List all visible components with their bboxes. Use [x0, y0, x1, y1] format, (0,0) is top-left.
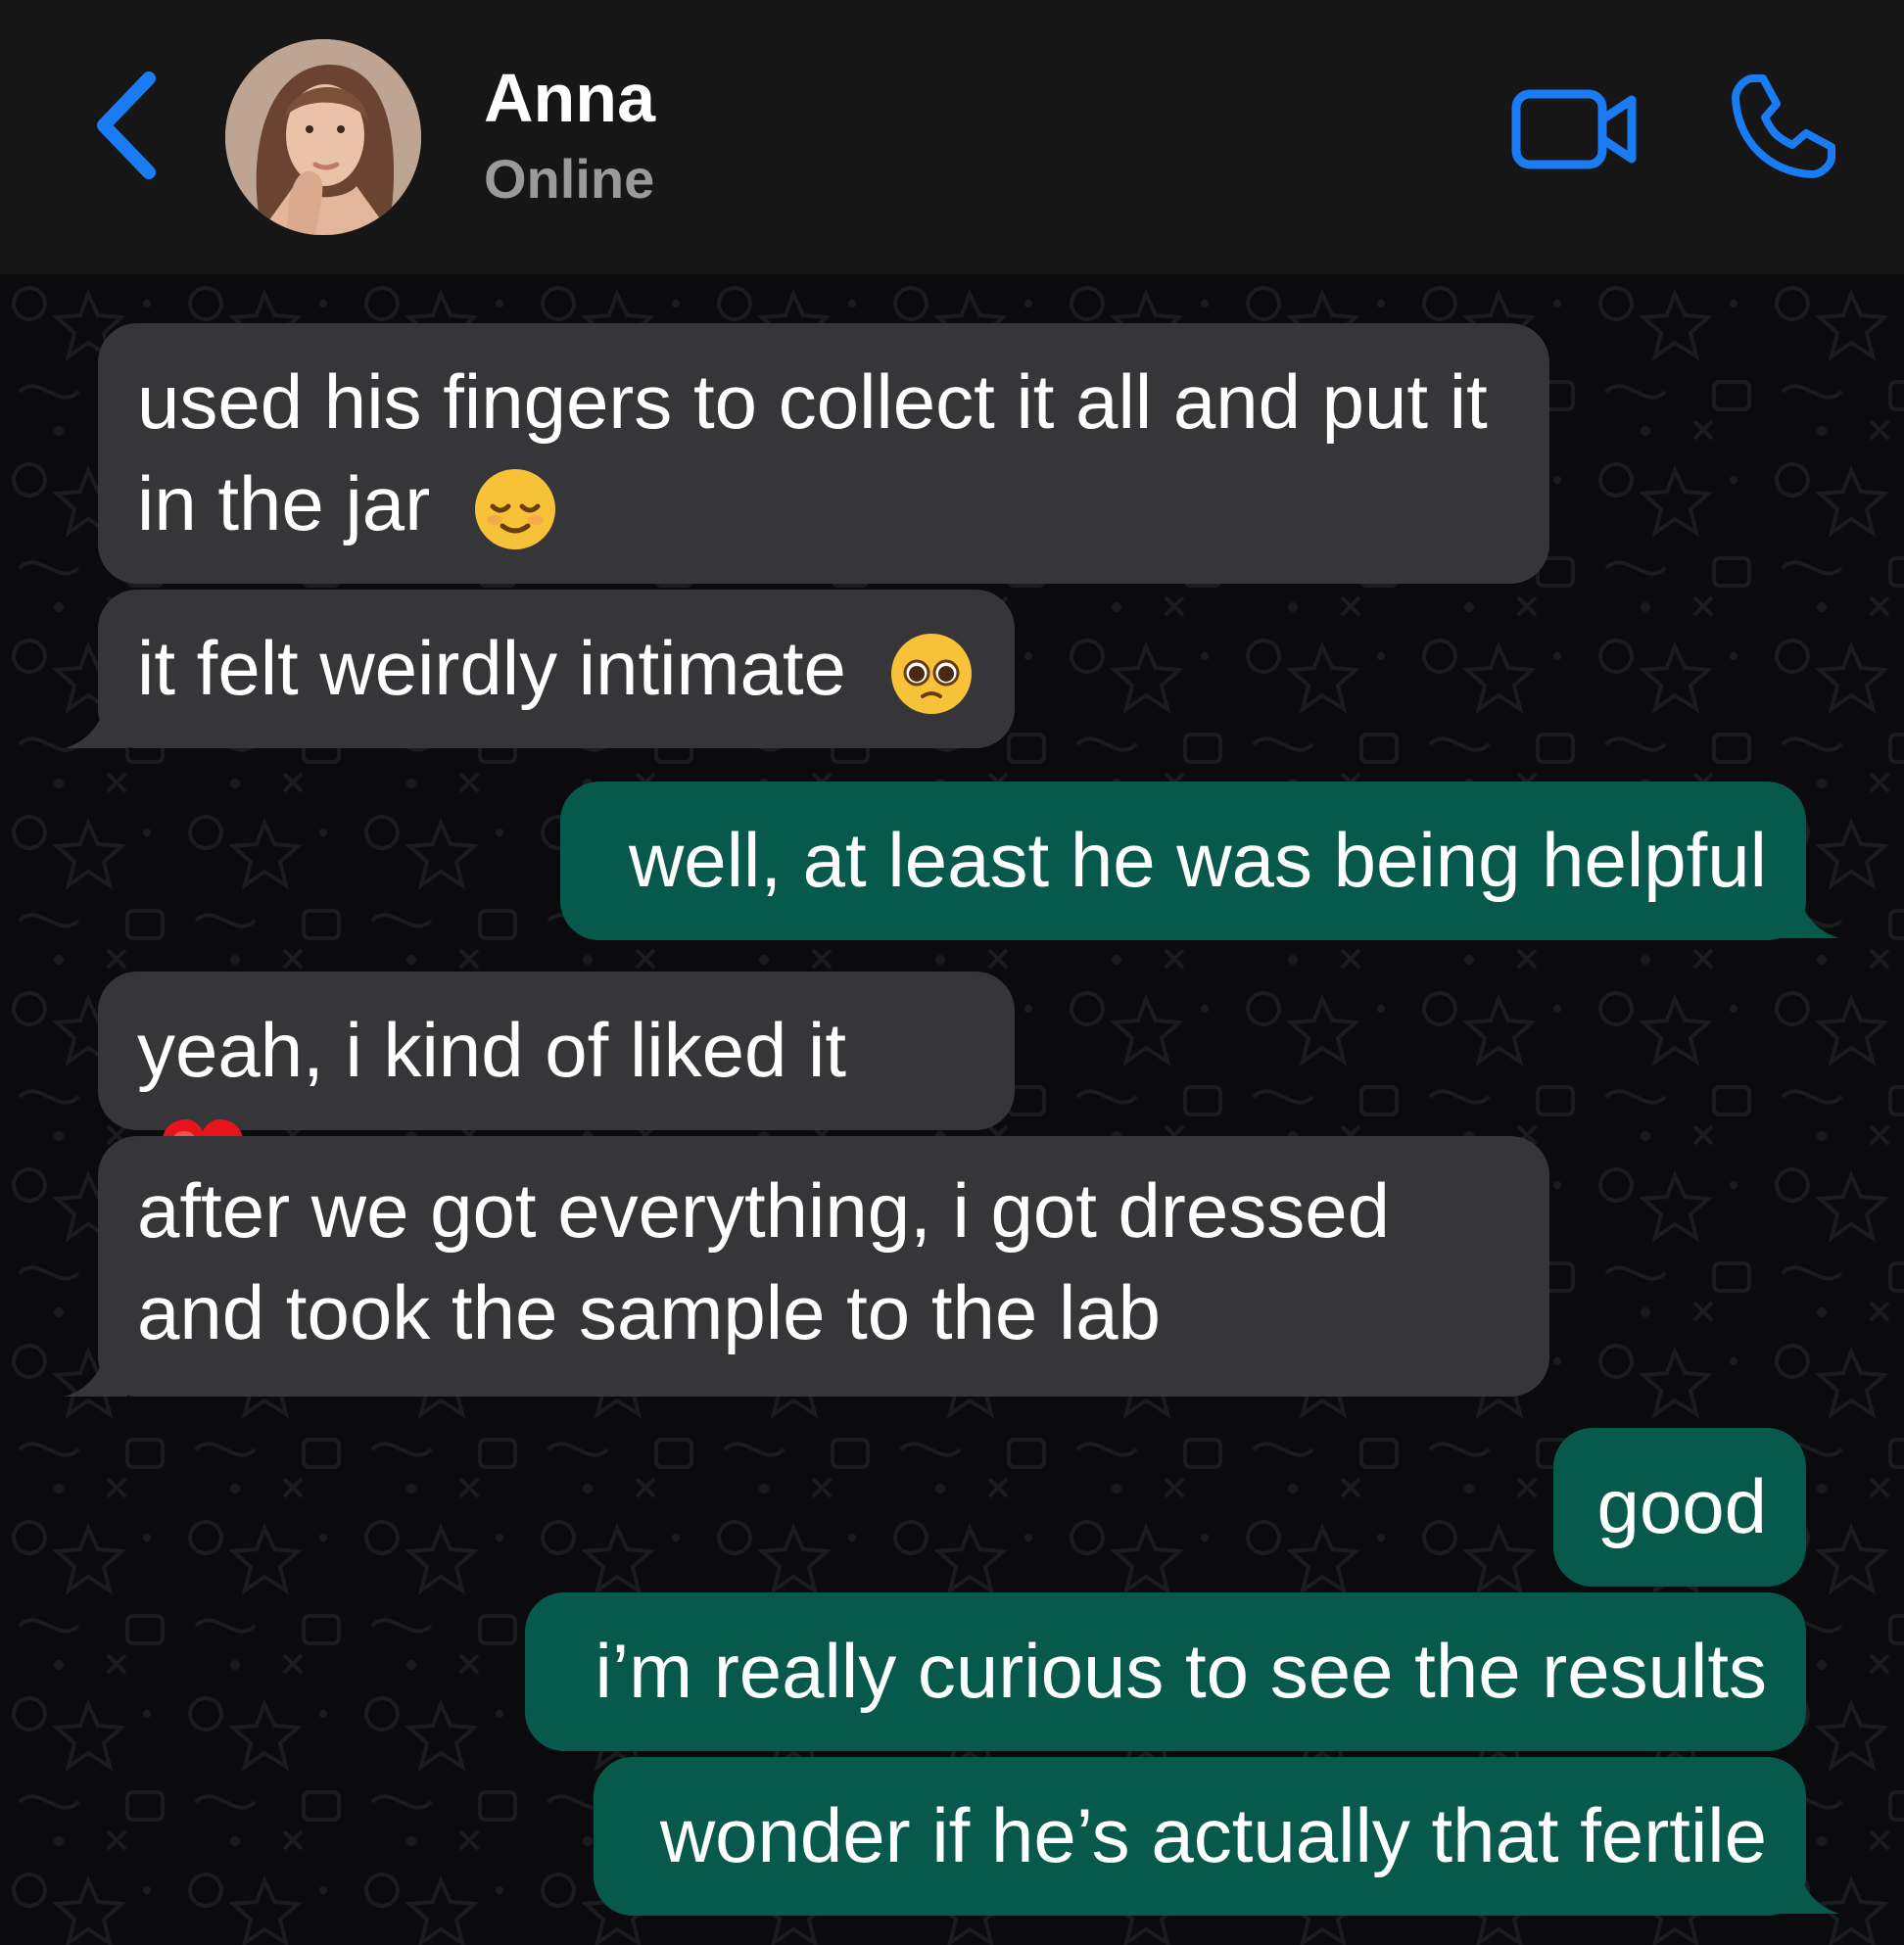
message-text: yeah, i kind of liked it	[137, 1007, 847, 1093]
message-list[interactable]: used his fingers to collect it all and p…	[0, 274, 1904, 1945]
avatar[interactable]	[225, 39, 421, 235]
outgoing-message[interactable]: wonder if he’s actually that fertile	[594, 1757, 1806, 1916]
message-text: after we got everything, i got dressed a…	[137, 1167, 1391, 1355]
voice-call-button[interactable]	[1724, 69, 1841, 186]
contact-name[interactable]: Anna	[484, 59, 655, 137]
outgoing-message[interactable]: i’m really curious to see the results	[525, 1592, 1806, 1751]
outgoing-message[interactable]: well, at least he was being helpful	[560, 782, 1806, 940]
message-text: wonder if he’s actually that fertile	[659, 1792, 1767, 1878]
chevron-left-icon	[97, 71, 156, 179]
video-camera-icon	[1511, 89, 1637, 169]
relieved-face-emoji	[474, 469, 555, 550]
bubble-tail	[65, 691, 127, 748]
message-text: it felt weirdly intimate	[137, 625, 846, 711]
incoming-message[interactable]: it felt weirdly intimate	[98, 590, 1015, 748]
chat-header: Anna Online	[0, 0, 1904, 274]
back-button[interactable]	[84, 67, 172, 184]
message-text: i’m really curious to see the results	[595, 1628, 1767, 1714]
pleading-face-emoji	[890, 634, 972, 715]
message-text: well, at least he was being helpful	[628, 817, 1767, 903]
message-text: good	[1596, 1463, 1767, 1549]
outgoing-message[interactable]: good	[1553, 1428, 1806, 1587]
incoming-message[interactable]: after we got everything, i got dressed a…	[98, 1136, 1549, 1397]
incoming-message[interactable]: used his fingers to collect it all and p…	[98, 323, 1549, 584]
bubble-tail	[1777, 881, 1839, 938]
bubble-tail	[1777, 1857, 1839, 1914]
incoming-message[interactable]: yeah, i kind of liked it	[98, 972, 1015, 1195]
message-text: used his fingers to collect it all and p…	[137, 358, 1488, 546]
video-call-button[interactable]	[1508, 78, 1645, 176]
phone-icon	[1732, 74, 1835, 178]
contact-photo	[225, 39, 421, 235]
contact-status: Online	[484, 148, 655, 210]
bubble-tail	[65, 1340, 127, 1397]
